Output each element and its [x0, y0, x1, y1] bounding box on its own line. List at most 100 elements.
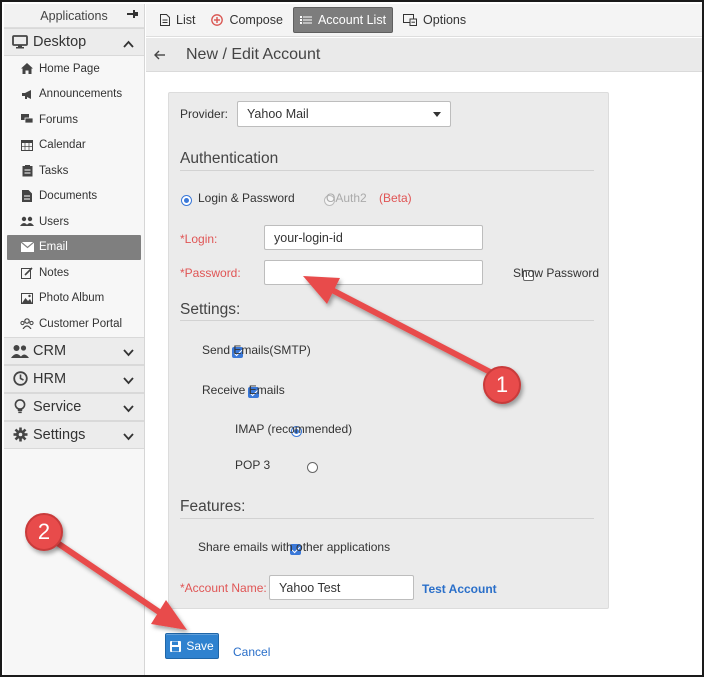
account-list-button[interactable]: Account List [292, 7, 394, 33]
imap-label: IMAP (recommended) [235, 422, 353, 436]
pin-icon[interactable] [126, 9, 138, 22]
caret-down-icon [433, 112, 441, 117]
notes-icon [20, 267, 34, 279]
sidebar-section-label: Service [33, 398, 82, 415]
plus-circle-icon [211, 14, 224, 26]
login-password-radio[interactable] [181, 195, 192, 206]
page-header: New / Edit Account [146, 38, 702, 72]
sidebar-section-crm[interactable]: CRM [4, 336, 144, 365]
users-icon [11, 344, 29, 358]
sidebar-item-announcements[interactable]: Announcements [4, 82, 144, 108]
chevron-down-icon [123, 373, 134, 389]
sidebar-section-label: CRM [33, 342, 67, 359]
features-heading: Features: [180, 498, 246, 515]
sidebar-item-calendar[interactable]: Calendar [4, 133, 144, 159]
share-emails-label: Share emails with other applications [198, 540, 391, 554]
sidebar-item-label: Customer Portal [39, 317, 123, 330]
sidebar-desktop-items: Home Page Announcements Forums Calendar … [4, 56, 144, 337]
pop3-label: POP 3 [235, 458, 271, 472]
sidebar-section-settings[interactable]: Settings [4, 420, 144, 449]
beta-label: (Beta) [379, 191, 412, 205]
divider [180, 170, 594, 171]
sidebar-item-label: Tasks [39, 164, 69, 177]
sidebar-item-photo-album[interactable]: Photo Album [4, 286, 144, 312]
test-account-link[interactable]: Test Account [422, 582, 497, 596]
authentication-heading: Authentication [180, 150, 279, 167]
options-button-label: Options [423, 13, 467, 27]
provider-label: Provider: [180, 107, 229, 121]
sidebar-header: Applications [4, 4, 144, 28]
list-button[interactable]: List [154, 7, 201, 33]
chevron-down-icon [123, 429, 134, 445]
sidebar-item-label: Users [39, 215, 70, 228]
sidebar-item-label: Calendar [39, 139, 86, 152]
receive-emails-label: Receive Emails [202, 383, 285, 397]
sidebar-item-customer-portal[interactable]: Customer Portal [4, 311, 144, 337]
chevron-down-icon [123, 401, 134, 417]
list-icon [299, 15, 312, 25]
app-window: Applications Desktop Home Page Announcem… [0, 0, 704, 677]
sidebar-section-hrm[interactable]: HRM [4, 364, 144, 393]
sidebar-header-label: Applications [40, 8, 108, 23]
sidebar-section-service[interactable]: Service [4, 392, 144, 421]
account-name-input[interactable]: Yahoo Test [269, 575, 414, 600]
login-input[interactable]: your-login-id [264, 225, 483, 250]
clock-icon [11, 371, 29, 386]
send-emails-label: Send Emails(SMTP) [202, 343, 311, 357]
photo-icon [20, 292, 34, 304]
login-input-value: your-login-id [274, 230, 343, 245]
sidebar-item-label: Notes [39, 266, 70, 279]
sidebar-item-label: Forums [39, 113, 78, 126]
home-icon [20, 63, 34, 75]
sidebar-item-label: Home Page [39, 62, 100, 75]
chevron-down-icon [123, 345, 134, 361]
sidebar-item-label: Documents [39, 190, 98, 203]
floppy-disk-icon [170, 640, 182, 652]
account-form-panel: Provider: Yahoo Mail Authentication Logi… [168, 92, 609, 609]
document-icon [160, 14, 170, 26]
document-icon [20, 190, 34, 203]
forum-icon [20, 114, 34, 126]
sidebar-section-label: HRM [33, 370, 67, 387]
chevron-up-icon [123, 36, 134, 52]
cancel-link[interactable]: Cancel [233, 645, 270, 659]
list-button-label: List [176, 13, 196, 27]
sidebar-item-notes[interactable]: Notes [4, 260, 144, 286]
sidebar-item-home-page[interactable]: Home Page [4, 56, 144, 82]
step-badge-1: 1 [483, 366, 521, 404]
sidebar-item-tasks[interactable]: Tasks [4, 158, 144, 184]
settings-heading: Settings: [180, 301, 241, 318]
options-icon [403, 14, 418, 26]
sidebar-item-label: Photo Album [39, 292, 105, 305]
calendar-icon [20, 139, 34, 152]
provider-select[interactable]: Yahoo Mail [237, 101, 451, 127]
sidebar-section-label: Desktop [33, 34, 87, 50]
compose-button[interactable]: Compose [205, 7, 289, 33]
save-button[interactable]: Save [165, 633, 219, 659]
sidebar-item-email[interactable]: Email [7, 234, 141, 260]
email-icon [20, 241, 34, 253]
account-name-label: *Account Name: [180, 581, 267, 595]
back-arrow-icon[interactable] [154, 50, 166, 60]
sidebar-section-label: Settings [33, 426, 86, 443]
users-icon [20, 216, 34, 228]
save-button-label: Save [186, 639, 214, 653]
toolbar: List Compose Account List Options [146, 4, 702, 37]
password-input[interactable] [264, 260, 483, 285]
sidebar: Applications Desktop Home Page Announcem… [4, 4, 145, 675]
login-password-label: Login & Password [198, 191, 295, 205]
password-label: *Password: [180, 266, 241, 280]
sidebar-item-documents[interactable]: Documents [4, 184, 144, 210]
divider [180, 320, 594, 321]
options-button[interactable]: Options [397, 7, 472, 33]
sidebar-item-label: Email [39, 241, 68, 254]
lightbulb-icon [11, 399, 29, 414]
account-name-input-value: Yahoo Test [279, 580, 341, 595]
sidebar-section-desktop[interactable]: Desktop [4, 28, 144, 56]
pop3-radio[interactable] [306, 462, 318, 473]
sidebar-item-forums[interactable]: Forums [4, 107, 144, 133]
sidebar-item-users[interactable]: Users [4, 209, 144, 235]
page-title: New / Edit Account [186, 45, 321, 63]
portal-icon [20, 318, 34, 330]
login-label: *Login: [180, 232, 218, 246]
